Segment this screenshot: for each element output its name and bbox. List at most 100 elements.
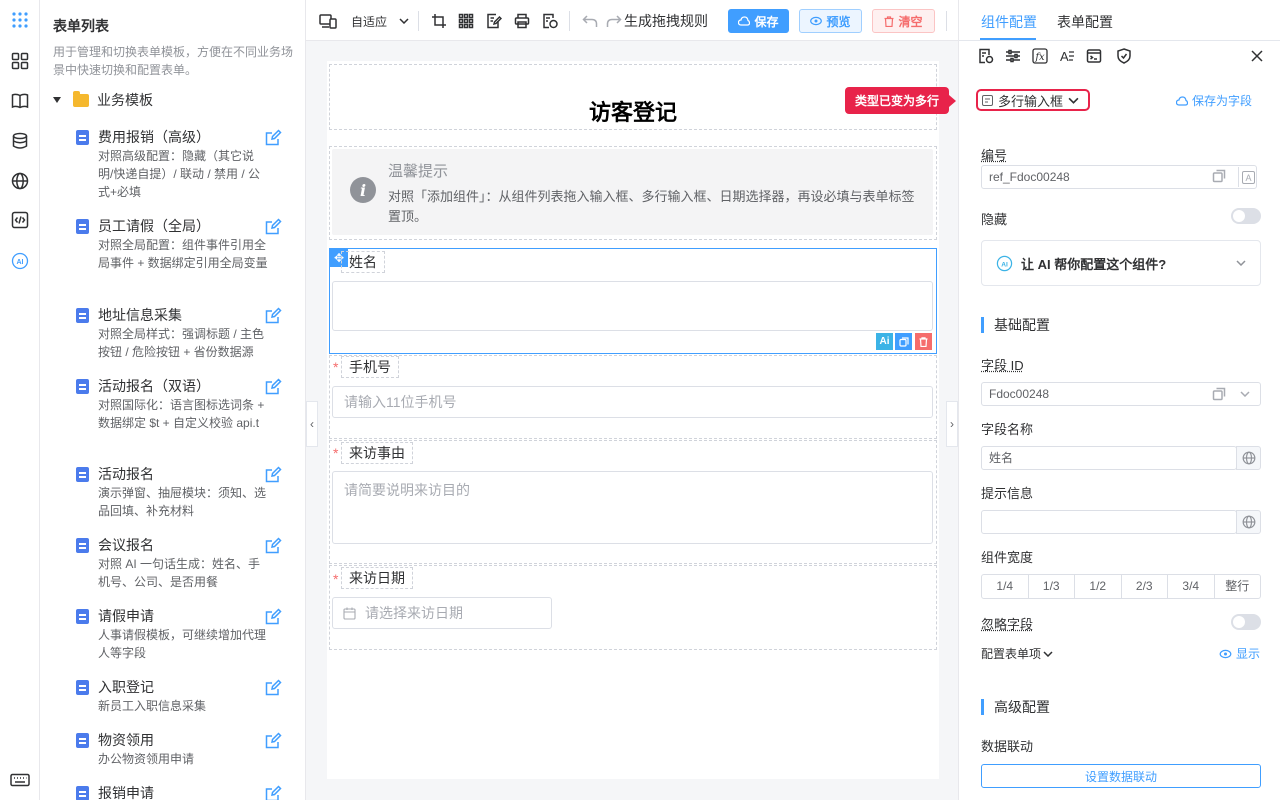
shield-icon[interactable] <box>1115 47 1133 65</box>
form-edit-icon[interactable] <box>486 12 502 30</box>
edit-icon[interactable] <box>264 537 282 555</box>
template-item[interactable]: 入职登记 新员工入职信息采集 <box>76 677 304 717</box>
textarea-name[interactable] <box>332 281 933 331</box>
template-item[interactable]: 会议报名 对照 AI 一句话生成：姓名、手机号、公司、是否用餐 <box>76 535 304 593</box>
template-item[interactable]: 活动报名（双语） 对照国际化：语言图标选词条 + 数据绑定 $t + 自定义校验… <box>76 376 304 450</box>
width-segmented-control: 1/4 1/3 1/2 2/3 3/4 整行 <box>981 574 1261 599</box>
width-option[interactable]: 3/4 <box>1168 575 1215 598</box>
edit-icon[interactable] <box>264 679 282 697</box>
json-icon[interactable] <box>542 12 558 30</box>
width-option[interactable]: 1/2 <box>1075 575 1122 598</box>
tab-form-config[interactable]: 表单配置 <box>1057 12 1113 32</box>
keyboard-icon[interactable] <box>10 770 30 790</box>
crop-icon[interactable] <box>431 12 447 30</box>
width-option[interactable]: 1/4 <box>982 575 1029 598</box>
width-option[interactable]: 整行 <box>1215 575 1261 598</box>
globe-icon[interactable] <box>10 171 30 191</box>
document-icon <box>76 467 89 482</box>
document-icon <box>76 219 89 234</box>
cloud-icon <box>1176 95 1188 106</box>
width-label: 组件宽度 <box>981 550 1034 565</box>
edit-icon[interactable] <box>264 378 282 396</box>
edit-icon[interactable] <box>264 608 282 626</box>
ai-action-icon[interactable]: Ai <box>876 333 893 350</box>
sliders-icon[interactable] <box>1004 47 1022 65</box>
ai-assistant-icon[interactable]: AI <box>10 251 30 271</box>
template-item[interactable]: 员工请假（全局） 对照全局配置：组件事件引用全局事件 + 数据绑定引用全局变量 <box>76 216 304 290</box>
date-placeholder: 请选择来访日期 <box>365 605 463 621</box>
template-desc: 人事请假模板，可继续增加代理人等字段 <box>98 628 267 660</box>
text-style-icon[interactable]: A <box>1058 47 1076 65</box>
properties-icon[interactable] <box>977 47 995 65</box>
generate-rules-button[interactable]: 生成拖拽规则 <box>624 12 708 30</box>
ignore-field-switch[interactable] <box>1231 614 1261 630</box>
device-icon[interactable] <box>319 12 337 30</box>
book-icon[interactable] <box>10 91 30 111</box>
template-item[interactable]: 请假申请 人事请假模板，可继续增加代理人等字段 <box>76 606 304 664</box>
preview-button[interactable]: 预览 <box>799 9 862 33</box>
edit-icon[interactable] <box>264 466 282 484</box>
date-picker[interactable]: 请选择来访日期 <box>332 597 552 629</box>
type-changed-tooltip: 类型已变为多行 <box>845 87 957 114</box>
edit-icon[interactable] <box>264 129 282 147</box>
database-icon[interactable] <box>10 131 30 151</box>
width-option[interactable]: 2/3 <box>1122 575 1168 598</box>
component-type-select[interactable]: 多行输入框 <box>976 89 1090 111</box>
copy-icon[interactable] <box>1212 387 1226 404</box>
components-icon[interactable] <box>10 51 30 71</box>
edit-icon[interactable] <box>264 218 282 236</box>
template-item[interactable]: 费用报销（高级） 对照高级配置：隐藏（其它说明/快递自提）/ 联动 / 禁用 /… <box>76 127 304 207</box>
set-linkage-button[interactable]: 设置数据联动 <box>981 764 1261 788</box>
ai-config-card[interactable]: AI 让 AI 帮你配置这个组件? <box>981 240 1261 286</box>
edit-icon[interactable] <box>264 785 282 800</box>
template-item[interactable]: 报销申请 <box>76 783 304 800</box>
copy-action-icon[interactable] <box>895 333 912 350</box>
textarea-reason[interactable]: 请简要说明来访目的 <box>332 471 933 544</box>
save-as-field-button[interactable]: 保存为字段 <box>1176 92 1252 109</box>
script-icon[interactable] <box>1085 47 1103 65</box>
delete-action-icon[interactable] <box>915 333 932 350</box>
field-name-input[interactable]: 姓名 <box>981 446 1237 470</box>
chevron-down-icon[interactable] <box>1240 391 1250 397</box>
template-item[interactable]: 活动报名 演示弹窗、抽屉模块：须知、选品回填、补充材料 <box>76 464 304 522</box>
input-phone[interactable]: 请输入11位手机号 <box>332 386 933 418</box>
collapse-right-button[interactable]: › <box>946 401 958 447</box>
copy-icon[interactable] <box>1212 169 1226 186</box>
template-name: 活动报名 <box>98 466 154 482</box>
document-icon <box>76 733 89 748</box>
width-option[interactable]: 1/3 <box>1029 575 1075 598</box>
hidden-switch[interactable] <box>1231 208 1261 224</box>
edit-icon[interactable] <box>264 307 282 325</box>
hint-input[interactable] <box>981 510 1237 534</box>
tab-component-config[interactable]: 组件配置 <box>981 12 1037 32</box>
toolbar-divider <box>569 11 570 31</box>
i18n-globe-icon[interactable] <box>1236 446 1261 470</box>
template-item[interactable]: 地址信息采集 对照全局样式：强调标题 / 主色按钮 / 危险按钮 + 省份数据源 <box>76 305 304 363</box>
clear-button[interactable]: 清空 <box>872 9 935 33</box>
collapse-left-button[interactable]: ‹ <box>306 401 318 447</box>
undo-icon[interactable] <box>582 12 598 30</box>
edit-icon[interactable] <box>264 732 282 750</box>
calendar-icon <box>343 607 356 620</box>
form-items-toggle[interactable]: 配置表单项 <box>981 645 1053 662</box>
folder-business-templates[interactable]: 业务模板 <box>53 90 153 110</box>
text-format-icon[interactable]: A <box>1238 167 1257 187</box>
linkage-label: 数据联动 <box>981 739 1034 754</box>
chevron-down-icon <box>1043 650 1053 657</box>
code-icon[interactable] <box>10 210 30 230</box>
redo-icon[interactable] <box>606 12 622 30</box>
ai-prompt: 让 AI 帮你配置这个组件? <box>1021 256 1167 272</box>
layout-mode-select[interactable]: 自适应 <box>351 12 409 30</box>
template-name: 费用报销（高级） <box>98 129 210 145</box>
close-icon[interactable] <box>1248 47 1266 65</box>
toolbar: 自适应 生成拖拽规则 保存 预览 清空 <box>306 0 958 41</box>
i18n-globe-icon[interactable] <box>1236 510 1261 534</box>
apps-grid-icon[interactable] <box>10 10 30 30</box>
print-icon[interactable] <box>514 12 530 30</box>
grid-icon[interactable] <box>458 12 474 30</box>
document-icon <box>76 130 89 145</box>
show-toggle[interactable]: 显示 <box>1219 645 1260 662</box>
template-item[interactable]: 物资领用 办公物资领用申请 <box>76 730 304 770</box>
save-button[interactable]: 保存 <box>728 9 789 33</box>
formula-icon[interactable]: fx <box>1031 47 1049 65</box>
